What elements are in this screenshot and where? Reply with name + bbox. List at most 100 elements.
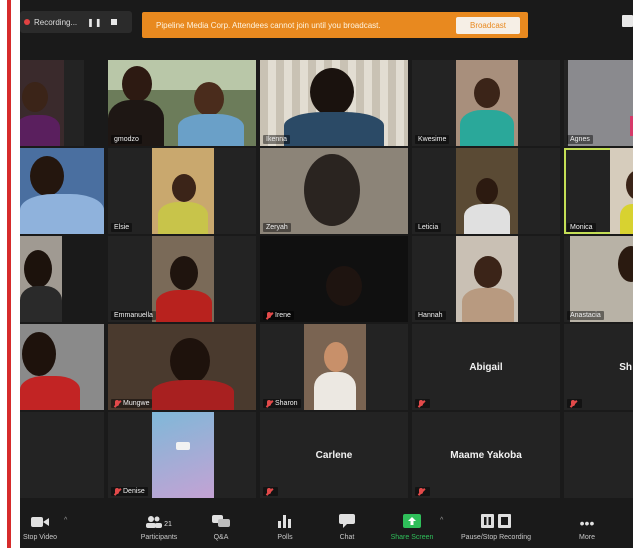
- video-options-caret-icon[interactable]: ^: [64, 517, 67, 524]
- polls-button[interactable]: Polls: [270, 512, 300, 541]
- polls-chart-icon: [278, 512, 292, 528]
- participant-tile[interactable]: Carlene: [260, 412, 408, 498]
- video-camera-icon: [31, 512, 49, 528]
- participant-tile[interactable]: Anastacia: [564, 236, 633, 322]
- participant-name: Monica: [570, 224, 593, 231]
- participant-name-tag: Monica: [567, 223, 596, 232]
- recording-status: Recording...: [34, 17, 78, 27]
- participant-tile[interactable]: [20, 324, 104, 410]
- more-label: More: [579, 534, 595, 541]
- muted-mic-icon: [418, 400, 424, 407]
- stop-video-button[interactable]: Stop Video: [20, 512, 60, 541]
- participant-name-tag: Denise: [111, 487, 148, 496]
- recording-indicator: Recording... ❚❚: [20, 11, 132, 33]
- participant-name: Mungwe: [123, 400, 150, 407]
- participant-name-tag: Emmanuella: [111, 311, 156, 320]
- participant-tile[interactable]: [20, 60, 84, 146]
- participant-profile-picture: [152, 412, 214, 498]
- participant-tile[interactable]: Irene: [260, 236, 408, 322]
- participant-name: Elsie: [114, 224, 130, 231]
- chat-label: Chat: [339, 534, 355, 541]
- participant-video: [152, 236, 214, 322]
- participant-name-tag: Agnes: [567, 135, 593, 144]
- participant-tile[interactable]: Sharon: [260, 324, 408, 410]
- participant-tile[interactable]: Leticia: [412, 148, 560, 234]
- participant-name-centered: Sh: [619, 361, 632, 373]
- participant-name: Agnes: [570, 136, 590, 143]
- qa-label: Q&A: [213, 534, 229, 541]
- participant-name-centered: Abigail: [469, 361, 503, 373]
- participant-tile[interactable]: Maame Yakoba: [412, 412, 560, 498]
- participant-tile[interactable]: Mungwe: [108, 324, 256, 410]
- participant-name: Leticia: [418, 224, 439, 231]
- participant-tile[interactable]: [564, 412, 633, 498]
- participant-tile-active-speaker[interactable]: Monica: [564, 148, 633, 234]
- participant-name: Emmanuella: [114, 312, 153, 319]
- participant-video: [20, 236, 62, 322]
- qa-bubbles-icon: [212, 512, 230, 528]
- participant-name-tag: Elsie: [111, 223, 133, 232]
- participant-video: [260, 148, 408, 234]
- more-button[interactable]: ••• More: [572, 512, 602, 541]
- participant-name-tag: Sharon: [263, 399, 301, 408]
- chat-bubble-icon: [339, 512, 355, 528]
- muted-mic-icon: [114, 488, 120, 495]
- participant-tile[interactable]: Abigail: [412, 324, 560, 410]
- broadcast-button[interactable]: Broadcast: [456, 16, 520, 34]
- participant-tile[interactable]: Denise: [108, 412, 256, 498]
- participant-tile[interactable]: gmodzo: [108, 60, 256, 146]
- participants-icon: 21: [146, 512, 172, 528]
- stop-recording-icon[interactable]: [110, 19, 117, 25]
- share-screen-icon: [403, 512, 421, 528]
- more-dots-icon: •••: [579, 515, 595, 531]
- participant-tile[interactable]: [20, 236, 62, 322]
- muted-mic-icon: [266, 312, 272, 319]
- banner-message: Pipeline Media Corp. Attendees cannot jo…: [156, 20, 381, 30]
- participant-name: gmodzo: [114, 136, 139, 143]
- participant-video: [20, 324, 104, 410]
- broadcast-banner: Pipeline Media Corp. Attendees cannot jo…: [142, 12, 528, 38]
- participant-video: [20, 148, 104, 234]
- participant-video: [20, 60, 64, 146]
- participant-tile[interactable]: Elsie: [108, 148, 256, 234]
- participant-name-tag: Irene: [263, 311, 294, 320]
- stop-video-label: Stop Video: [22, 534, 58, 541]
- participant-tile[interactable]: [20, 148, 104, 234]
- participant-video: [304, 324, 366, 410]
- chat-button[interactable]: Chat: [332, 512, 362, 541]
- participant-tile[interactable]: [20, 412, 104, 498]
- participant-video: [568, 60, 633, 146]
- participant-tile[interactable]: Hannah: [412, 236, 560, 322]
- participant-tile[interactable]: Emmanuella: [108, 236, 256, 322]
- participant-video: [570, 236, 633, 322]
- participant-video: [152, 148, 214, 234]
- share-screen-button[interactable]: Share Screen: [384, 512, 440, 541]
- muted-mic-icon: [114, 400, 120, 407]
- view-options-icon[interactable]: [622, 15, 633, 27]
- participant-tile[interactable]: Agnes: [564, 60, 633, 146]
- participant-video: [108, 60, 256, 146]
- qa-button[interactable]: Q&A: [206, 512, 236, 541]
- participant-name-tag: Leticia: [415, 223, 442, 232]
- share-options-caret-icon[interactable]: ^: [440, 517, 443, 524]
- muted-mic-icon: [570, 400, 576, 407]
- pause-stop-recording-button[interactable]: Pause/Stop Recording: [454, 512, 538, 541]
- participant-name: Kwesime: [418, 136, 447, 143]
- share-screen-label: Share Screen: [390, 534, 434, 541]
- participant-tile[interactable]: Kwesime: [412, 60, 560, 146]
- participant-tile[interactable]: Zeryah: [260, 148, 408, 234]
- pause-recording-icon[interactable]: ❚❚: [87, 18, 102, 27]
- muted-mic-icon: [266, 400, 272, 407]
- participant-name-tag: Kwesime: [415, 135, 450, 144]
- participant-tile[interactable]: Sh: [564, 324, 633, 410]
- participant-name: Denise: [123, 488, 145, 495]
- participant-tile[interactable]: Ikenna: [260, 60, 408, 146]
- participant-name: Anastacia: [570, 312, 601, 319]
- participant-name-tag: Ikenna: [263, 135, 291, 144]
- participant-video: [610, 148, 633, 234]
- top-bar: Recording... ❚❚ Pipeline Media Corp. Att…: [20, 0, 633, 46]
- muted-mic-icon: [266, 488, 272, 495]
- participant-name-tag: Hannah: [415, 311, 446, 320]
- participants-button[interactable]: 21 Participants: [132, 512, 186, 541]
- polls-label: Polls: [277, 534, 293, 541]
